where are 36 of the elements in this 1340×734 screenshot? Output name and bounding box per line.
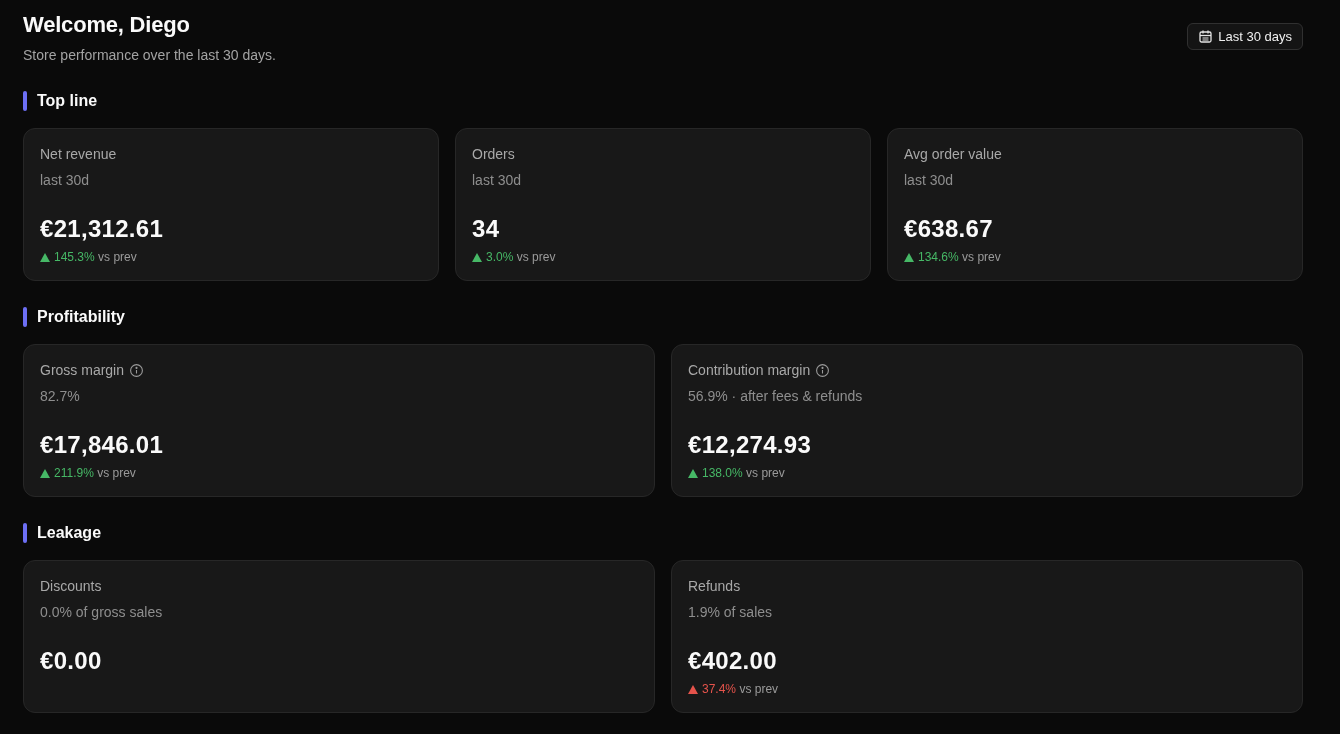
metric-value: €21,312.61: [40, 214, 164, 244]
metric-sublabel: 56.9% · after fees & refunds: [688, 387, 863, 406]
info-icon[interactable]: [130, 363, 144, 377]
metric-value: 34: [472, 214, 500, 244]
change-text: 37.4% vs prev: [702, 681, 779, 697]
metric-label: Avg order value: [904, 145, 1002, 164]
change-text: 134.6% vs prev: [918, 249, 1001, 265]
metric-value: €638.67: [904, 214, 993, 244]
metric-value: €12,274.93: [688, 430, 812, 460]
page-title: Welcome, Diego: [23, 11, 190, 39]
section-title: Leakage: [37, 523, 102, 543]
metric-sublabel: 82.7%: [40, 387, 80, 406]
metric-label: Orders: [472, 145, 515, 164]
metric-sublabel: last 30d: [472, 171, 522, 190]
metric-value: €0.00: [40, 646, 102, 676]
info-icon[interactable]: [816, 363, 830, 377]
metric-sublabel: 1.9% of sales: [688, 603, 773, 622]
metric-value: €402.00: [688, 646, 777, 676]
metric-label: Gross margin: [40, 361, 125, 380]
metric-sublabel: last 30d: [904, 171, 954, 190]
change-text: 138.0% vs prev: [702, 465, 785, 481]
metric-label: Refunds: [688, 577, 741, 596]
metric-sublabel: 0.0% of gross sales: [40, 603, 163, 622]
metric-label: Discounts: [40, 577, 102, 596]
change-text: 211.9% vs prev: [54, 465, 136, 481]
calendar-icon: [1199, 30, 1213, 43]
metric-sublabel: last 30d: [40, 171, 90, 190]
change-text: 3.0% vs prev: [486, 249, 556, 265]
page-subtitle: Store performance over the last 30 days.: [23, 46, 276, 65]
metric-value: €17,846.01: [40, 430, 164, 460]
metric-label: Net revenue: [40, 145, 117, 164]
change-text: 145.3% vs prev: [54, 249, 137, 265]
date-range-button[interactable]: Last 30 days: [1187, 23, 1303, 50]
section-title: Profitability: [37, 307, 125, 327]
section-title: Top line: [37, 91, 98, 111]
metric-label: Contribution margin: [688, 361, 811, 380]
